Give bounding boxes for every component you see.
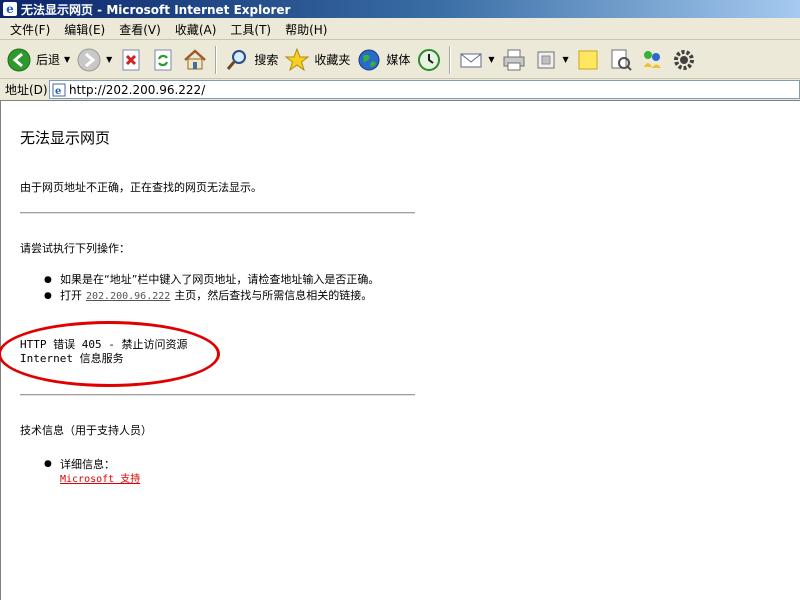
svg-text:e: e [55,86,61,97]
edit-dropdown-icon[interactable]: ▼ [563,55,569,64]
home-icon [184,48,207,69]
note-icon [578,50,598,69]
gear-icon [673,49,694,70]
iis-label: Internet 信息服务 [20,352,124,365]
back-button[interactable]: 后退 ▼ [3,44,73,76]
edit-button[interactable]: ▼ [530,44,572,76]
details-list: 详细信息： Microsoft 支持 [44,457,140,487]
media-globe-icon [358,49,380,70]
stop-icon [122,49,140,70]
mail-button[interactable]: ▼ [455,44,497,76]
menu-favorites[interactable]: 收藏(A) [170,21,222,38]
details-item: 详细信息： Microsoft 支持 [44,457,140,487]
messenger-icon [643,50,661,68]
suggestion-text: 打开 [60,289,82,302]
try-heading: 请尝试执行下列操作： [20,242,130,255]
menu-bar: 文件(F) 编辑(E) 查看(V) 收藏(A) 工具(T) 帮助(H) [0,19,800,40]
print-button[interactable] [498,44,530,76]
horizontal-divider [20,394,415,396]
suggestion-list: 如果是在“地址”栏中键入了网页地址，请检查地址输入是否正确。 打开 202.200… [44,273,414,306]
ie-logo-icon: e [3,2,17,16]
toolbar-separator [215,45,218,74]
homepage-link[interactable]: 202.200.96.222 [86,291,170,302]
window-title: 无法显示网页 - Microsoft Internet Explorer [21,2,291,17]
address-field[interactable]: e [49,80,800,99]
forward-button[interactable]: ▼ [73,44,115,76]
menu-view[interactable]: 查看(V) [114,21,166,38]
media-button[interactable]: 媒体 [353,44,413,76]
edit-page-icon [537,51,555,68]
http-error-text: HTTP 错误 405 - 禁止访问资源 [20,338,188,351]
horizontal-divider [20,212,415,214]
favorites-label: 收藏夹 [314,53,351,67]
address-bar: 地址(D) e [0,80,800,99]
menu-file[interactable]: 文件(F) [5,21,55,38]
menu-edit[interactable]: 编辑(E) [59,21,110,38]
forward-arrow-icon [77,48,101,71]
stop-button[interactable] [115,44,147,76]
history-icon [418,48,441,71]
suggestion-text: 主页，然后查找与所需信息相关的链接。 [174,289,373,302]
settings-button[interactable] [668,44,700,76]
address-input[interactable] [69,82,749,97]
search-icon [227,49,247,70]
address-label: 地址(D) [5,83,48,97]
intro-text: 由于网页地址不正确，正在查找的网页无法显示。 [20,181,262,194]
research-icon [611,49,632,71]
error-block: HTTP 错误 405 - 禁止访问资源 Internet 信息服务 [20,338,187,366]
discuss-button[interactable] [572,44,604,76]
favorites-star-icon [284,47,310,71]
back-label: 后退 [36,53,61,67]
search-button[interactable]: 搜索 [221,44,281,76]
mail-icon [460,53,482,67]
forward-dropdown-icon[interactable]: ▼ [106,55,112,64]
printer-icon [503,49,525,70]
menu-tools[interactable]: 工具(T) [225,21,276,38]
details-label: 详细信息： [60,458,115,471]
window-title-bar[interactable]: e 无法显示网页 - Microsoft Internet Explorer [0,0,800,18]
standard-toolbar: 后退 ▼ ▼ 搜索 收藏夹 媒体 ▼ ▼ [0,41,800,79]
ie-page-icon: e [52,83,66,97]
page-content: 无法显示网页 由于网页地址不正确，正在查找的网页无法显示。 请尝试执行下列操作：… [0,100,800,600]
search-label: 搜索 [254,53,279,67]
suggestion-item: 如果是在“地址”栏中键入了网页地址，请检查地址输入是否正确。 [44,273,414,287]
tech-info-heading: 技术信息（用于支持人员） [20,424,152,437]
refresh-icon [154,49,172,70]
research-button[interactable] [604,44,636,76]
suggestion-item: 打开 202.200.96.222 主页，然后查找与所需信息相关的链接。 [44,289,414,304]
home-button[interactable] [179,44,211,76]
microsoft-support-link[interactable]: Microsoft 支持 [60,472,140,487]
favorites-button[interactable]: 收藏夹 [281,44,353,76]
back-dropdown-icon[interactable]: ▼ [64,55,70,64]
toolbar-separator [449,45,452,74]
back-arrow-icon [7,48,31,71]
messenger-button[interactable] [636,44,668,76]
media-label: 媒体 [386,53,411,67]
refresh-button[interactable] [147,44,179,76]
menu-help[interactable]: 帮助(H) [280,21,332,38]
suggestion-text: 如果是在“地址”栏中键入了网页地址，请检查地址输入是否正确。 [60,273,380,286]
history-button[interactable] [413,44,445,76]
mail-dropdown-icon[interactable]: ▼ [488,55,494,64]
page-title: 无法显示网页 [20,129,111,147]
